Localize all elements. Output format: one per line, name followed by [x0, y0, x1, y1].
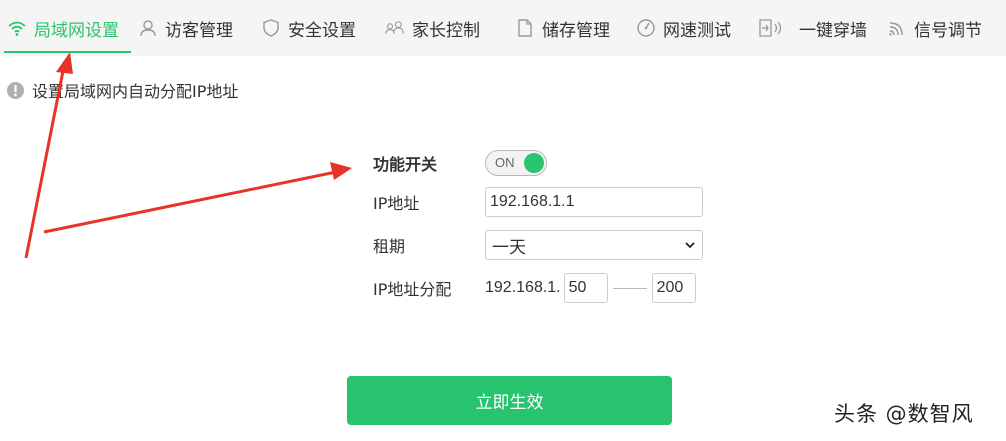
ip-range: 192.168.1. [485, 273, 696, 303]
wall-signal-icon [758, 18, 792, 38]
tab-security-settings[interactable]: 安全设置 [254, 0, 378, 56]
range-separator [612, 287, 647, 289]
info-icon [6, 81, 25, 100]
tab-label: 信号调节 [914, 20, 982, 41]
toggle-state: ON [495, 155, 515, 170]
pool-start-input[interactable] [563, 273, 608, 303]
folder-icon [515, 18, 535, 38]
hint-message: 设置局域网内自动分配IP地址 [6, 78, 238, 102]
tab-parental-control[interactable]: 家长控制 [378, 0, 508, 56]
pool-label: IP地址分配 [373, 280, 452, 299]
chevron-down-icon [685, 242, 695, 249]
speedometer-icon [636, 18, 656, 38]
lease-select[interactable]: 一天 [485, 230, 703, 260]
ip-row: IP地址 [373, 186, 703, 218]
pool-row: IP地址分配 192.168.1. [373, 272, 696, 304]
shield-icon [261, 18, 281, 38]
switch-label: 功能开关 [373, 155, 438, 174]
pool-prefix: 192.168.1. [485, 279, 561, 296]
annotation-arrows [24, 52, 352, 259]
tab-label: 安全设置 [288, 20, 356, 41]
family-icon [385, 18, 405, 38]
toggle-knob [524, 153, 544, 173]
lease-row: 租期 一天 [373, 229, 703, 261]
tab-label: 局域网设置 [34, 20, 119, 41]
tab-label: 一键穿墙 [799, 20, 867, 41]
lease-label: 租期 [373, 237, 406, 256]
tab-label: 网速测试 [663, 20, 731, 41]
lease-value: 一天 [492, 237, 526, 258]
tab-wall-penetration[interactable]: 一键穿墙 [751, 0, 880, 56]
signal-icon [887, 18, 907, 38]
apply-now-button[interactable]: 立即生效 [347, 376, 672, 425]
tab-signal-adjust[interactable]: 信号调节 [880, 0, 1006, 56]
tab-bar: 局域网设置 访客管理 安全设置 家长控制 储存管理 网速测试 一键穿墙 信号调节 [0, 0, 1006, 56]
user-icon [138, 18, 158, 38]
function-toggle[interactable]: ON [485, 150, 547, 176]
tab-label: 储存管理 [542, 20, 610, 41]
wifi-icon [7, 18, 27, 38]
watermark: 头条 @数智风 [834, 402, 974, 426]
ip-label: IP地址 [373, 194, 420, 213]
tab-speed-test[interactable]: 网速测试 [629, 0, 751, 56]
tab-lan-settings[interactable]: 局域网设置 [0, 0, 131, 56]
switch-row: 功能开关 ON [373, 147, 547, 179]
tab-label: 访客管理 [165, 20, 233, 41]
tab-storage-management[interactable]: 储存管理 [508, 0, 629, 56]
hint-text: 设置局域网内自动分配IP地址 [32, 82, 239, 101]
pool-end-input[interactable] [651, 273, 696, 303]
arrow-to-switch [43, 162, 352, 234]
tab-label: 家长控制 [412, 20, 480, 41]
tab-guest-management[interactable]: 访客管理 [131, 0, 254, 56]
ip-address-input[interactable] [485, 187, 703, 217]
router-settings-page: 局域网设置 访客管理 安全设置 家长控制 储存管理 网速测试 一键穿墙 信号调节… [0, 0, 1006, 441]
